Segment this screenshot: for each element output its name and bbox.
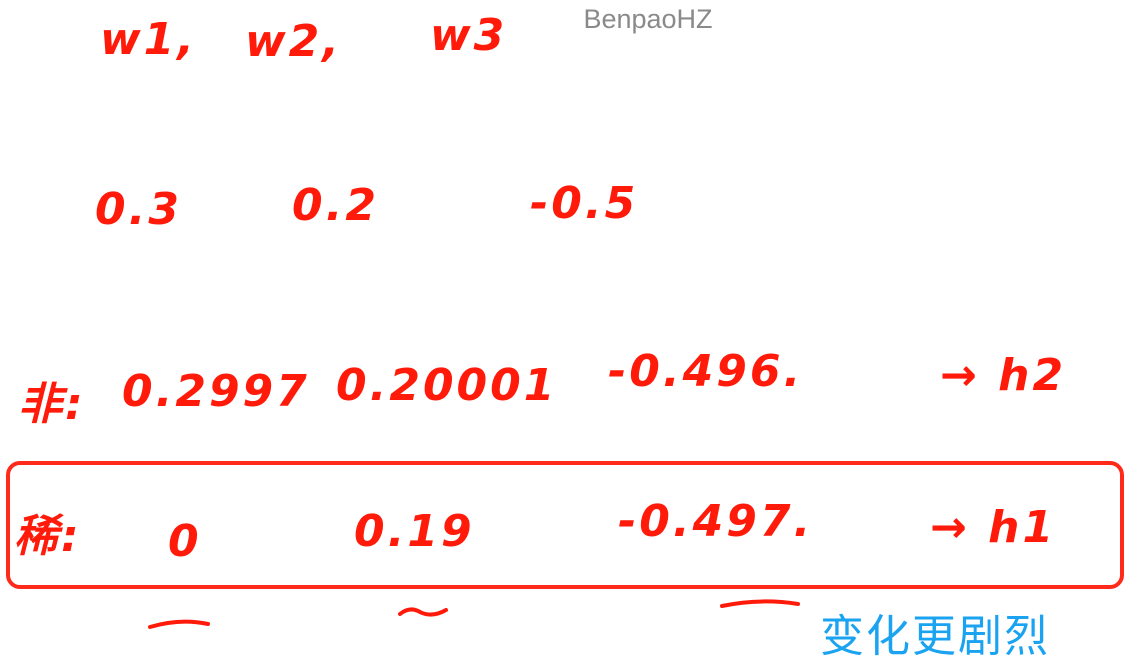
underline-marks: [148, 599, 800, 629]
underline-mark-2: [398, 607, 448, 617]
caption-more-drastic-change: 变化更剧烈: [820, 611, 1050, 662]
underline-mark-1: [148, 619, 210, 629]
underline-mark-3: [720, 599, 800, 608]
